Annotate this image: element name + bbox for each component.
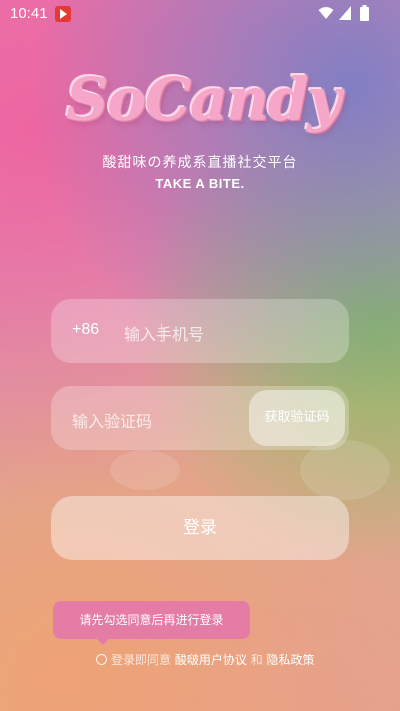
wifi-icon (318, 7, 334, 19)
status-time: 10:41 (10, 5, 48, 22)
background-decoration (110, 450, 180, 490)
battery-icon (360, 5, 369, 21)
user-agreement-link[interactable]: 酸啵用户协议 (175, 653, 247, 667)
signal-icon (339, 6, 351, 20)
agreement-prefix: 登录即同意 (111, 653, 172, 667)
status-bar: 10:41 (0, 0, 400, 28)
tagline-chinese: 酸甜味の养成系直播社交平台 (102, 155, 298, 171)
login-button[interactable]: 登录 (51, 496, 349, 560)
country-code-selector[interactable]: +86 (72, 321, 99, 339)
privacy-policy-link[interactable]: 隐私政策 (267, 653, 315, 667)
agreement-and: 和 (250, 653, 263, 667)
get-code-button[interactable]: 获取验证码 (249, 390, 345, 446)
agreement-checkbox[interactable] (96, 654, 107, 665)
agreement-toast: 请先勾选同意后再进行登录 (53, 601, 250, 645)
tagline-english: TAKE A BITE. (155, 176, 245, 191)
app-logo: SoCandy (66, 65, 341, 133)
phone-placeholder: 输入手机号 (124, 325, 205, 344)
agreement-row: 登录即同意 酸啵用户协议 和 隐私政策 (96, 651, 315, 667)
app-notification-icon (55, 6, 71, 22)
phone-input[interactable]: +86 输入手机号 (51, 299, 349, 363)
code-placeholder: 输入验证码 (72, 412, 153, 431)
verification-code-input[interactable]: 输入验证码 获取验证码 (51, 386, 349, 450)
